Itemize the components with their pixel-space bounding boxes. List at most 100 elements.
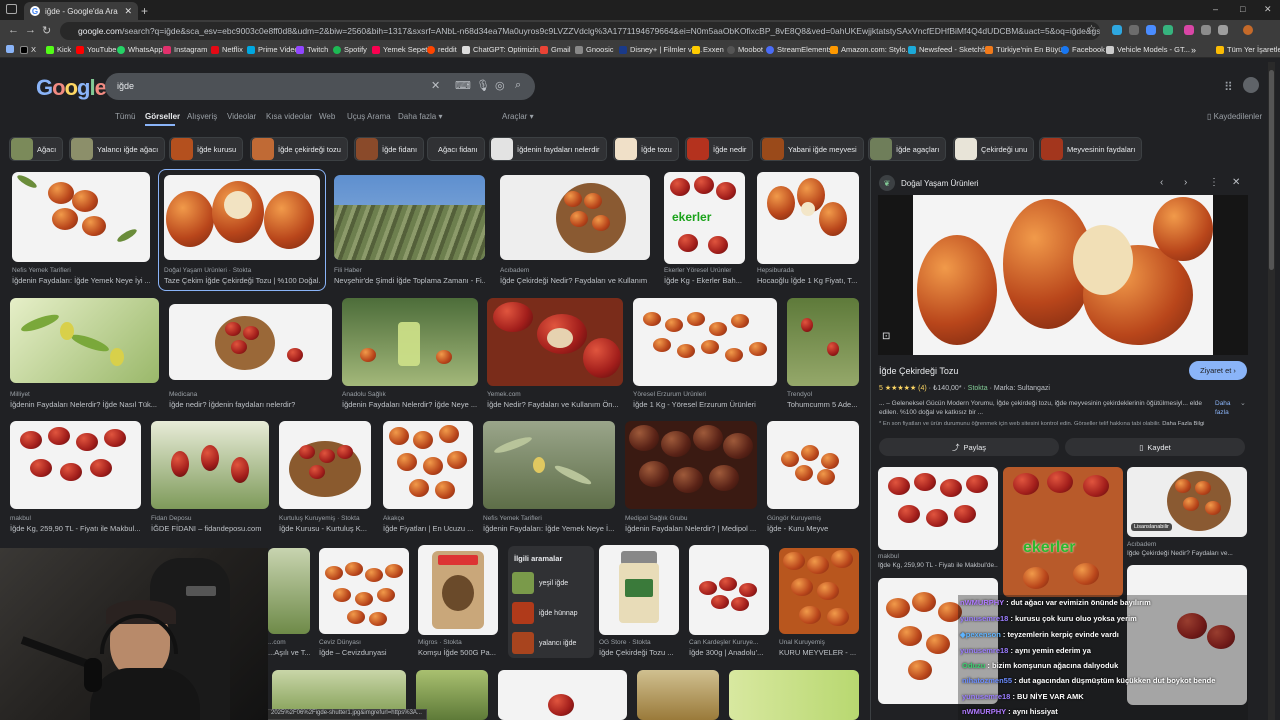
chip[interactable]: İğde kurusu — [169, 137, 244, 161]
result-image[interactable] — [599, 545, 679, 635]
result-image[interactable] — [779, 548, 859, 634]
bookmark-item[interactable]: Newsfeed - Sketchfab — [908, 45, 992, 54]
reload-icon[interactable]: ↻ — [42, 24, 51, 37]
bookmark-item[interactable]: Gmail — [540, 45, 571, 54]
result-image[interactable] — [418, 545, 498, 635]
result-title[interactable]: İğde – Cevizdunyasi — [319, 648, 409, 657]
result-title[interactable]: Tohumcumm 5 Ade... — [787, 400, 859, 409]
extension-icon[interactable] — [1129, 25, 1139, 35]
result-image[interactable] — [500, 175, 650, 260]
chip[interactable]: İğde tozu — [613, 137, 679, 161]
result-title[interactable]: İğde 1 Kg - Yöresel Erzurum Ürünleri — [633, 400, 777, 409]
chip[interactable]: Yalancı iğde ağacı — [69, 137, 166, 161]
saved-button[interactable]: ▯ Kaydedilenler — [1207, 112, 1262, 121]
result-image[interactable] — [10, 298, 159, 383]
result-image[interactable] — [383, 421, 473, 509]
result-image[interactable] — [498, 670, 627, 720]
preview-title[interactable]: İğde Çekirdeği Tozu — [879, 366, 958, 376]
extension-icon[interactable] — [1112, 25, 1122, 35]
bookmark-item[interactable]: Exxen — [692, 45, 724, 54]
result-image[interactable] — [483, 421, 615, 509]
result-title[interactable]: İğdenin Faydaları: İğde Yemek Neye İyi .… — [12, 276, 150, 285]
chip[interactable]: İğde nedir — [685, 137, 754, 161]
result-image[interactable] — [487, 298, 623, 386]
result-image[interactable] — [12, 172, 150, 262]
chip[interactable]: Ağacı — [9, 137, 64, 161]
result-title[interactable]: Nevşehir'de Şimdi İğde Toplama Zamanı - … — [334, 276, 485, 285]
lens-search-icon[interactable]: ⊡ — [882, 331, 890, 342]
bookmark-item[interactable]: Netflix — [211, 45, 243, 54]
maximize-button[interactable]: □ — [1240, 4, 1245, 14]
filter-videos[interactable]: Videolar — [227, 112, 256, 121]
bookmark-item[interactable]: Kick — [46, 45, 71, 54]
result-image[interactable] — [169, 304, 332, 380]
microphone-icon[interactable]: 🎙 — [476, 79, 490, 92]
tab-search-icon[interactable] — [6, 4, 17, 14]
filter-short-videos[interactable]: Kısa videolar — [266, 112, 312, 121]
profile-avatar[interactable] — [1243, 25, 1253, 35]
clear-icon[interactable]: ✕ — [431, 79, 440, 92]
bookmarks-overflow-button[interactable]: » — [1191, 45, 1196, 55]
related-search-item[interactable]: yeşil iğde — [512, 572, 590, 594]
search-icon[interactable]: ⌕ — [515, 79, 521, 92]
result-image[interactable] — [268, 548, 310, 634]
bookmark-item[interactable]: ChatGPT: Optimizin... — [462, 45, 545, 54]
next-icon[interactable]: › — [1184, 177, 1187, 188]
chip[interactable]: Yabani iğde meyvesi — [760, 137, 864, 161]
active-tab[interactable]: G iğde - Google'da Ara ✕ — [24, 2, 138, 20]
extensions-puzzle-icon[interactable] — [1218, 25, 1228, 35]
result-title[interactable]: İğde Nedir? Faydaları ve Kullanım Ön... — [487, 400, 623, 409]
apps-grid-icon[interactable]: ⠿ — [1224, 80, 1233, 94]
filter-web[interactable]: Web — [319, 112, 335, 121]
result-title[interactable]: Taze Çekim İğde Çekirdeği Tozu | %100 Do… — [164, 276, 320, 285]
result-title[interactable]: İğde Çekirdeği Nedir? Faydaları ve Kulla… — [500, 276, 650, 285]
similar-title[interactable]: İğde Çekirdeği Nedir? Faydaları ve... — [1127, 550, 1247, 557]
scrollbar-thumb[interactable] — [1269, 70, 1274, 270]
show-more-link[interactable]: Daha fazla — [1215, 399, 1237, 417]
previous-icon[interactable]: ‹ — [1160, 177, 1163, 188]
extension-icon[interactable] — [1201, 25, 1211, 35]
bookmark-item[interactable]: Türkiye'nin En Büyü... — [985, 45, 1069, 54]
result-image[interactable] — [10, 421, 141, 509]
bookmark-item[interactable]: Prime Video — [247, 45, 299, 54]
extension-icon[interactable] — [1163, 25, 1173, 35]
bookmark-item[interactable]: StreamElements — [766, 45, 832, 54]
bookmark-item[interactable]: Spotify — [333, 45, 367, 54]
result-image[interactable] — [689, 545, 769, 635]
result-image[interactable] — [342, 298, 478, 386]
account-avatar[interactable] — [1243, 77, 1259, 93]
more-options-icon[interactable]: ⋮ — [1209, 177, 1219, 188]
keyboard-icon[interactable]: ⌨ — [455, 79, 471, 92]
close-tab-icon[interactable]: ✕ — [124, 6, 132, 17]
related-search-item[interactable]: yalancı iğde — [512, 632, 590, 654]
visit-button[interactable]: Ziyaret et › — [1189, 361, 1247, 380]
filter-all[interactable]: Tümü — [115, 112, 135, 121]
result-title[interactable]: İğde 300g | Anadolu'... — [689, 648, 769, 657]
bookmark-item[interactable]: Instagram — [163, 45, 207, 54]
chip[interactable]: İğdenin faydaları nelerdir — [489, 137, 607, 161]
result-title[interactable]: İğde nedir? İğdenin faydaları nelerdir? — [169, 400, 332, 409]
result-title[interactable]: İğde Kg - Ekerler Bah... — [664, 276, 748, 285]
result-image[interactable] — [151, 421, 269, 509]
bookmark-item[interactable]: Vehicle Models - GT... — [1106, 45, 1190, 54]
filter-more[interactable]: Daha fazla ▾ — [398, 112, 442, 121]
bookmark-item[interactable]: YouTube — [76, 45, 116, 54]
result-image[interactable] — [319, 548, 409, 634]
bookmark-item[interactable]: Disney+ | Filmler ve... — [619, 45, 702, 54]
chip[interactable]: İğde fidanı — [354, 137, 425, 161]
share-button[interactable]: ⤴ Paylaş — [879, 438, 1059, 456]
similar-image[interactable]: Lisanslanabilir — [1127, 467, 1247, 537]
result-title[interactable]: KURU MEYVELER - ... — [779, 648, 861, 657]
result-title[interactable]: ...Aşılı ve T... — [268, 648, 310, 657]
lens-icon[interactable]: ◎ — [495, 79, 505, 92]
result-title[interactable]: Hocaoğlu İğde 1 Kg Fiyatı, T... — [757, 276, 859, 285]
apps-icon[interactable] — [6, 45, 14, 53]
related-search-item[interactable]: iğde hünnap — [512, 602, 590, 624]
preview-image[interactable] — [913, 195, 1213, 355]
result-title[interactable]: İĞDE FİDANI – fidandeposu.com — [151, 524, 269, 533]
chip[interactable]: İğde agaçları — [868, 137, 947, 161]
result-title[interactable]: İğdenin Faydaları Nelerdir? | Medipol ..… — [625, 524, 757, 533]
extension-icon[interactable] — [1146, 25, 1156, 35]
result-title[interactable]: İğde Kurusu - Kurtuluş K... — [279, 524, 371, 533]
chip[interactable]: Ağacı fidanı — [427, 137, 485, 161]
